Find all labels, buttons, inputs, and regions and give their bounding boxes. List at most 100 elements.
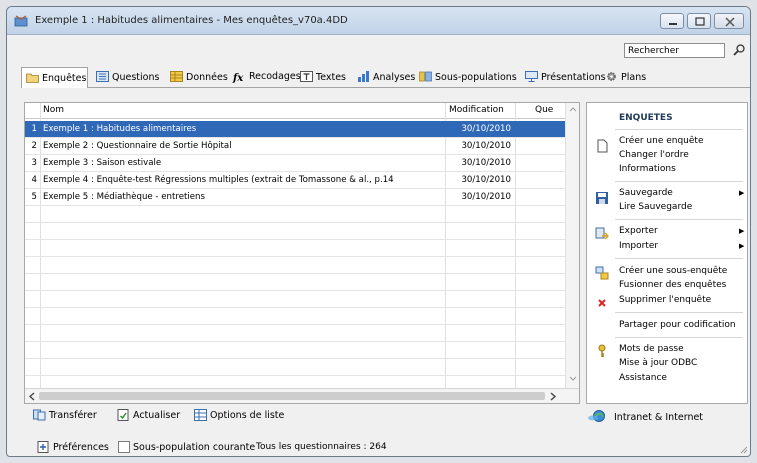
table-row-empty	[25, 359, 565, 376]
menu-assistance[interactable]: Assistance	[619, 373, 667, 383]
tab-recodages[interactable]: fx Recodages	[229, 67, 305, 88]
text-icon	[300, 71, 313, 82]
minimize-button[interactable]	[660, 13, 684, 29]
menu-mots-de-passe[interactable]: Mots de passe	[619, 344, 684, 354]
table-row-empty	[25, 274, 565, 291]
table-row-empty	[25, 257, 565, 274]
sidebar-title: ENQUETES	[619, 113, 673, 123]
menu-importer[interactable]: Importer	[619, 241, 658, 251]
table-row-empty	[25, 240, 565, 257]
submenu-arrow-icon: ▶	[739, 242, 745, 250]
tab-questions[interactable]: Questions	[92, 67, 163, 88]
globe-icon	[588, 410, 605, 422]
menu-sauvegarde[interactable]: Sauvegarde	[619, 188, 673, 198]
menu-odbc[interactable]: Mise à jour ODBC	[619, 358, 697, 368]
export-icon	[595, 227, 609, 240]
column-header-modification[interactable]: Modification	[449, 105, 504, 115]
app-icon	[14, 15, 28, 27]
divider	[615, 129, 743, 130]
surveys-table: Nom Modification Que 1 Exemple 1 : Habit…	[24, 102, 580, 404]
vertical-scrollbar[interactable]	[565, 103, 579, 388]
transfer-icon	[33, 409, 46, 421]
table-row-empty	[25, 206, 565, 223]
preferences-button[interactable]: Préférences	[37, 441, 109, 453]
table-row[interactable]: 4 Exemple 4 : Enquête-test Régressions m…	[25, 172, 565, 189]
menu-lire-sauvegarde[interactable]: Lire Sauvegarde	[619, 202, 692, 212]
actions-sidebar: ENQUETES Créer une enquête Changer l'ord…	[586, 102, 748, 404]
bar-chart-icon	[358, 71, 369, 82]
table-row-empty	[25, 308, 565, 325]
sub-survey-icon	[595, 266, 609, 280]
new-document-icon	[597, 139, 608, 153]
table-row[interactable]: 5 Exemple 5 : Médiathèque - entretiens 3…	[25, 189, 565, 206]
list-options-icon	[194, 409, 207, 421]
submenu-arrow-icon: ▶	[739, 189, 745, 197]
menu-creer-sous-enquete[interactable]: Créer une sous-enquête	[619, 266, 727, 276]
menu-informations[interactable]: Informations	[619, 164, 676, 174]
tab-bar: Enquêtes Questions Données fx Recodages T…	[21, 67, 750, 89]
horizontal-scrollbar[interactable]	[25, 388, 579, 403]
table-icon	[170, 71, 183, 82]
table-row[interactable]: 2 Exemple 2 : Questionnaire de Sortie Hô…	[25, 138, 565, 155]
divider	[615, 181, 743, 182]
subpopulation-checkbox[interactable]: Sous-population courante	[118, 441, 255, 453]
search-input[interactable]	[624, 43, 725, 58]
intranet-internet-button[interactable]: Intranet & Internet	[587, 409, 703, 423]
divider	[615, 258, 743, 259]
close-button[interactable]	[714, 13, 744, 29]
tab-analyses[interactable]: Analyses	[353, 67, 419, 88]
save-icon	[596, 192, 608, 204]
key-icon	[598, 344, 606, 357]
maximize-button[interactable]	[687, 13, 711, 29]
table-header: Nom Modification Que	[25, 103, 579, 119]
menu-creer-enquete[interactable]: Créer une enquête	[619, 136, 704, 146]
tab-sous-populations[interactable]: Sous-populations	[415, 67, 521, 88]
menu-exporter[interactable]: Exporter	[619, 226, 658, 236]
checkbox[interactable]	[118, 441, 130, 453]
table-row-empty	[25, 291, 565, 308]
transfer-button[interactable]: Transférer	[33, 409, 97, 421]
search-icon[interactable]	[731, 42, 747, 58]
scroll-arrows-icon	[569, 107, 577, 381]
divider	[615, 337, 743, 338]
refresh-icon	[117, 409, 129, 421]
column-header-nom[interactable]: Nom	[43, 105, 64, 115]
divider	[615, 219, 743, 220]
table-row[interactable]: 1 Exemple 1 : Habitudes alimentaires 30/…	[25, 121, 565, 138]
folder-icon	[26, 73, 39, 83]
divider	[615, 312, 743, 313]
function-icon: fx	[233, 73, 244, 84]
minimize-icon	[669, 23, 677, 25]
menu-supprimer[interactable]: Supprimer l'enquête	[619, 295, 711, 305]
submenu-arrow-icon: ▶	[739, 227, 745, 235]
refresh-button[interactable]: Actualiser	[117, 409, 180, 421]
list-icon	[96, 71, 109, 82]
presentation-icon	[525, 71, 538, 82]
preferences-icon	[37, 441, 49, 453]
questionnaire-count: Tous les questionnaires : 264	[256, 442, 387, 452]
scrollbar-thumb[interactable]	[39, 392, 545, 400]
menu-fusionner[interactable]: Fusionner des enquêtes	[619, 280, 726, 290]
maximize-icon	[695, 17, 705, 26]
delete-icon	[598, 299, 606, 307]
window-title: Exemple 1 : Habitudes alimentaires - Mes…	[35, 15, 348, 26]
tab-donnees[interactable]: Données	[166, 67, 232, 88]
tab-plans[interactable]: Plans	[601, 67, 650, 88]
tab-textes[interactable]: Textes	[296, 67, 350, 88]
table-row-empty	[25, 325, 565, 342]
tab-presentations[interactable]: Présentations	[521, 67, 610, 88]
tab-enquetes[interactable]: Enquêtes	[21, 67, 88, 89]
gear-icon	[607, 72, 616, 81]
table-row[interactable]: 3 Exemple 3 : Saison estivale 30/10/2010	[25, 155, 565, 172]
table-row-empty	[25, 223, 565, 240]
filter-icon	[419, 71, 432, 82]
close-icon	[725, 17, 735, 27]
column-header-questions[interactable]: Que	[535, 105, 553, 115]
menu-changer-ordre[interactable]: Changer l'ordre	[619, 150, 689, 160]
main-window: Exemple 1 : Habitudes alimentaires - Mes…	[6, 6, 751, 457]
list-options-button[interactable]: Options de liste	[194, 409, 284, 421]
table-row-empty	[25, 342, 565, 359]
title-bar: Exemple 1 : Habitudes alimentaires - Mes…	[7, 7, 750, 35]
resize-grip-icon[interactable]	[738, 444, 748, 454]
menu-partager[interactable]: Partager pour codification	[619, 320, 736, 330]
